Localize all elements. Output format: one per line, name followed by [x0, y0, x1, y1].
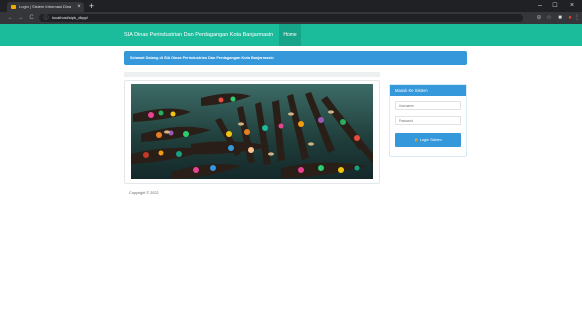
username-input[interactable]	[395, 101, 461, 110]
menu-icon[interactable]: ⋮	[574, 14, 580, 22]
lock-icon: 🔒	[414, 138, 419, 142]
nav-home-link[interactable]: Home	[279, 24, 301, 46]
window-minimize-button[interactable]: –	[533, 0, 547, 12]
star-icon[interactable]: ☆	[545, 14, 553, 22]
address-bar[interactable]: ⓘ localhost/sipk_dkpp/	[39, 14, 523, 22]
extension-red-icon[interactable]: ●	[566, 14, 574, 22]
password-input[interactable]	[395, 116, 461, 125]
window-close-button[interactable]: ×	[565, 0, 579, 12]
url-text: localhost/sipk_dkpp/	[52, 15, 89, 20]
forward-button[interactable]: →	[16, 12, 25, 24]
profile-icon[interactable]: ■	[556, 14, 564, 22]
info-icon[interactable]: ⓘ	[43, 15, 49, 21]
reload-button[interactable]: C	[27, 12, 36, 24]
login-panel: Masuk Ke Sistem 🔒Login Sistem	[389, 84, 467, 157]
copyright-text: Copyright © 2022	[129, 191, 159, 195]
image-panel	[124, 80, 380, 184]
welcome-text: Selamat Datang di SIA Dinas Perindustria…	[130, 56, 274, 60]
login-heading: Masuk Ke Sistem	[390, 85, 466, 96]
site-navbar: SIA Dinas Perindustrian Dan Perdagangan …	[0, 24, 582, 46]
floating-market-photo	[131, 84, 373, 179]
login-button[interactable]: 🔒Login Sistem	[395, 133, 461, 147]
new-tab-button[interactable]: +	[87, 1, 96, 11]
browser-tab-bar: Login | Sistem Informasi Dinas P... × + …	[0, 0, 582, 12]
back-button[interactable]: ←	[6, 12, 15, 24]
welcome-banner: Selamat Datang di SIA Dinas Perindustria…	[124, 51, 467, 65]
tab-title: Login | Sistem Informasi Dinas P...	[19, 4, 71, 9]
site-brand[interactable]: SIA Dinas Perindustrian Dan Perdagangan …	[124, 24, 273, 46]
extension-icon[interactable]: ⊕	[535, 14, 543, 22]
favicon-icon	[11, 5, 16, 9]
window-maximize-button[interactable]: ☐	[548, 0, 562, 12]
login-button-label: Login Sistem	[419, 138, 442, 142]
login-heading-text: Masuk Ke Sistem	[395, 88, 428, 93]
tab-close-icon[interactable]: ×	[75, 2, 83, 12]
browser-tab[interactable]: Login | Sistem Informasi Dinas P... ×	[7, 2, 84, 12]
divider-strip	[124, 72, 380, 77]
browser-toolbar: ← → C ⓘ localhost/sipk_dkpp/ ⊕ ☆ ■ ● ⋮	[0, 12, 582, 24]
